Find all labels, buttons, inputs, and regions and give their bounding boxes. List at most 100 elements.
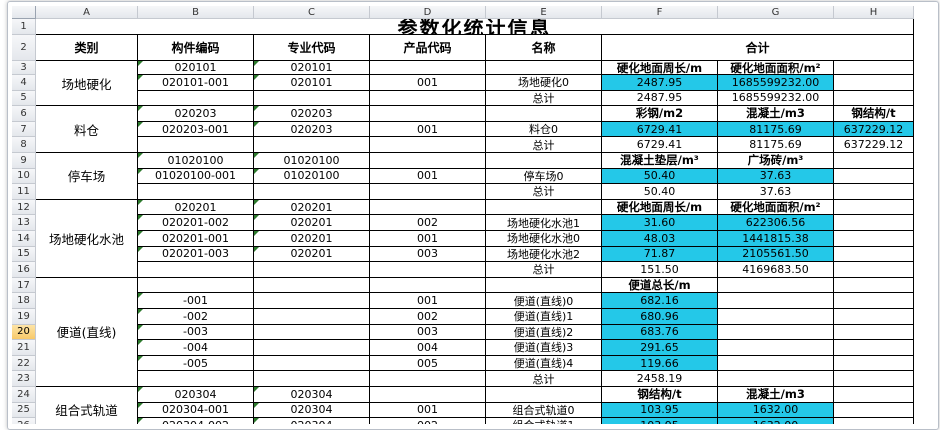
empty-cell[interactable]	[370, 137, 486, 153]
row-header-6[interactable]: 6	[12, 106, 36, 122]
row-header-11[interactable]: 11	[12, 184, 36, 200]
empty-cell[interactable]	[254, 262, 370, 278]
cell-g15[interactable]: 2105561.50	[718, 246, 834, 263]
cell-g14[interactable]: 1441815.38	[718, 231, 834, 247]
row-header-24[interactable]: 24	[12, 387, 36, 403]
cell-f26[interactable]: 103.95	[602, 418, 718, 424]
empty-cell[interactable]	[254, 324, 370, 341]
empty-cell[interactable]	[138, 90, 254, 107]
empty-cell[interactable]	[834, 168, 914, 185]
category-cell[interactable]: 场地硬化水池	[36, 199, 138, 278]
cell-f10[interactable]: 50.40	[602, 168, 718, 185]
cell-f13[interactable]: 31.60	[602, 215, 718, 231]
empty-cell[interactable]	[254, 184, 370, 200]
empty-cell[interactable]	[370, 199, 486, 216]
cell-f19[interactable]: 680.96	[602, 309, 718, 325]
row-header-3[interactable]: 3	[12, 61, 36, 75]
empty-cell[interactable]	[834, 324, 914, 341]
empty-cell[interactable]	[254, 371, 370, 387]
empty-cell[interactable]	[834, 309, 914, 325]
column-header-b[interactable]: B	[138, 6, 254, 19]
cell-b10[interactable]: 01020100-001	[138, 168, 254, 185]
empty-cell[interactable]	[138, 371, 254, 387]
empty-cell[interactable]	[834, 277, 914, 294]
empty-cell[interactable]	[718, 293, 834, 309]
cell-g10[interactable]: 37.63	[718, 168, 834, 185]
empty-cell[interactable]	[486, 387, 602, 403]
cell-e10[interactable]: 停车场0	[486, 168, 602, 185]
empty-cell[interactable]	[486, 277, 602, 294]
cell-f12[interactable]: 硬化地面周长/m	[602, 199, 718, 216]
cell-h7[interactable]: 637229.12	[834, 121, 914, 138]
cell-c13[interactable]: 020201	[254, 215, 370, 231]
cell-c6[interactable]: 020203	[254, 106, 370, 122]
cell-e7[interactable]: 料仓0	[486, 121, 602, 138]
row-header-20[interactable]: 20	[12, 324, 36, 341]
cell-b15[interactable]: 020201-003	[138, 246, 254, 263]
cell-d21[interactable]: 004	[370, 340, 486, 356]
cell-g25[interactable]: 1632.00	[718, 402, 834, 419]
empty-cell[interactable]	[834, 355, 914, 372]
cell-f7[interactable]: 6729.41	[602, 121, 718, 138]
row-header-23[interactable]: 23	[12, 371, 36, 387]
cell-f9[interactable]: 混凝土垫层/m³	[602, 153, 718, 169]
cell-e18[interactable]: 便道(直线)0	[486, 293, 602, 309]
cell-f20[interactable]: 683.76	[602, 324, 718, 341]
cell-g5[interactable]: 1685599232.00	[718, 90, 834, 107]
cell-b22[interactable]: -005	[138, 355, 254, 372]
cell-d10[interactable]: 001	[370, 168, 486, 185]
cell-d20[interactable]: 003	[370, 324, 486, 341]
worksheet-grid[interactable]: A B C D E F G H 1 2 3 4 5 6 7 8 9 10 11 12 13 14 15 16 17 18 19 20 2…	[12, 6, 932, 424]
row-header-14[interactable]: 14	[12, 231, 36, 247]
cell-c26[interactable]: 020304	[254, 418, 370, 424]
cell-g7[interactable]: 81175.69	[718, 121, 834, 138]
cell-b9[interactable]: 01020100	[138, 153, 254, 169]
cell-b21[interactable]: -004	[138, 340, 254, 356]
empty-cell[interactable]	[370, 387, 486, 403]
cell-e26[interactable]: 组合式轨道1	[486, 418, 602, 424]
empty-cell[interactable]	[834, 153, 914, 169]
empty-cell[interactable]	[254, 277, 370, 294]
cell-b26[interactable]: 020304-002	[138, 418, 254, 424]
empty-cell[interactable]	[834, 402, 914, 419]
cell-f4[interactable]: 2487.95	[602, 75, 718, 91]
empty-cell[interactable]	[834, 387, 914, 403]
cell-f6[interactable]: 彩钢/m2	[602, 106, 718, 122]
cell-d13[interactable]: 002	[370, 215, 486, 231]
row-header-12[interactable]: 12	[12, 199, 36, 216]
cell-c12[interactable]: 020201	[254, 199, 370, 216]
row-header-8[interactable]: 8	[12, 137, 36, 153]
empty-cell[interactable]	[254, 355, 370, 372]
cell-c24[interactable]: 020304	[254, 387, 370, 403]
cell-b14[interactable]: 020201-001	[138, 231, 254, 247]
cell-e21[interactable]: 便道(直线)3	[486, 340, 602, 356]
cell-e20[interactable]: 便道(直线)2	[486, 324, 602, 341]
empty-cell[interactable]	[834, 75, 914, 91]
row-header-7[interactable]: 7	[12, 121, 36, 138]
cell-b25[interactable]: 020304-001	[138, 402, 254, 419]
empty-cell[interactable]	[486, 199, 602, 216]
cell-d14[interactable]: 001	[370, 231, 486, 247]
cell-d22[interactable]: 005	[370, 355, 486, 372]
cell-b24[interactable]: 020304	[138, 387, 254, 403]
cell-b19[interactable]: -002	[138, 309, 254, 325]
cell-c3[interactable]: 020101	[254, 61, 370, 75]
cell-d4[interactable]: 001	[370, 75, 486, 91]
empty-cell[interactable]	[486, 61, 602, 75]
cell-c25[interactable]: 020304	[254, 402, 370, 419]
cell-g13[interactable]: 622306.56	[718, 215, 834, 231]
cell-h8[interactable]: 637229.12	[834, 137, 914, 153]
cell-f23[interactable]: 2458.19	[602, 371, 718, 387]
empty-cell[interactable]	[718, 324, 834, 341]
cell-d18[interactable]: 001	[370, 293, 486, 309]
column-header-h[interactable]: H	[834, 6, 914, 19]
empty-cell[interactable]	[834, 231, 914, 247]
cell-c15[interactable]: 020201	[254, 246, 370, 263]
empty-cell[interactable]	[834, 418, 914, 424]
row-header-22[interactable]: 22	[12, 355, 36, 372]
cell-e4[interactable]: 场地硬化0	[486, 75, 602, 91]
category-cell[interactable]: 组合式轨道	[36, 387, 138, 424]
cell-d19[interactable]: 002	[370, 309, 486, 325]
empty-cell[interactable]	[370, 153, 486, 169]
empty-cell[interactable]	[254, 340, 370, 356]
